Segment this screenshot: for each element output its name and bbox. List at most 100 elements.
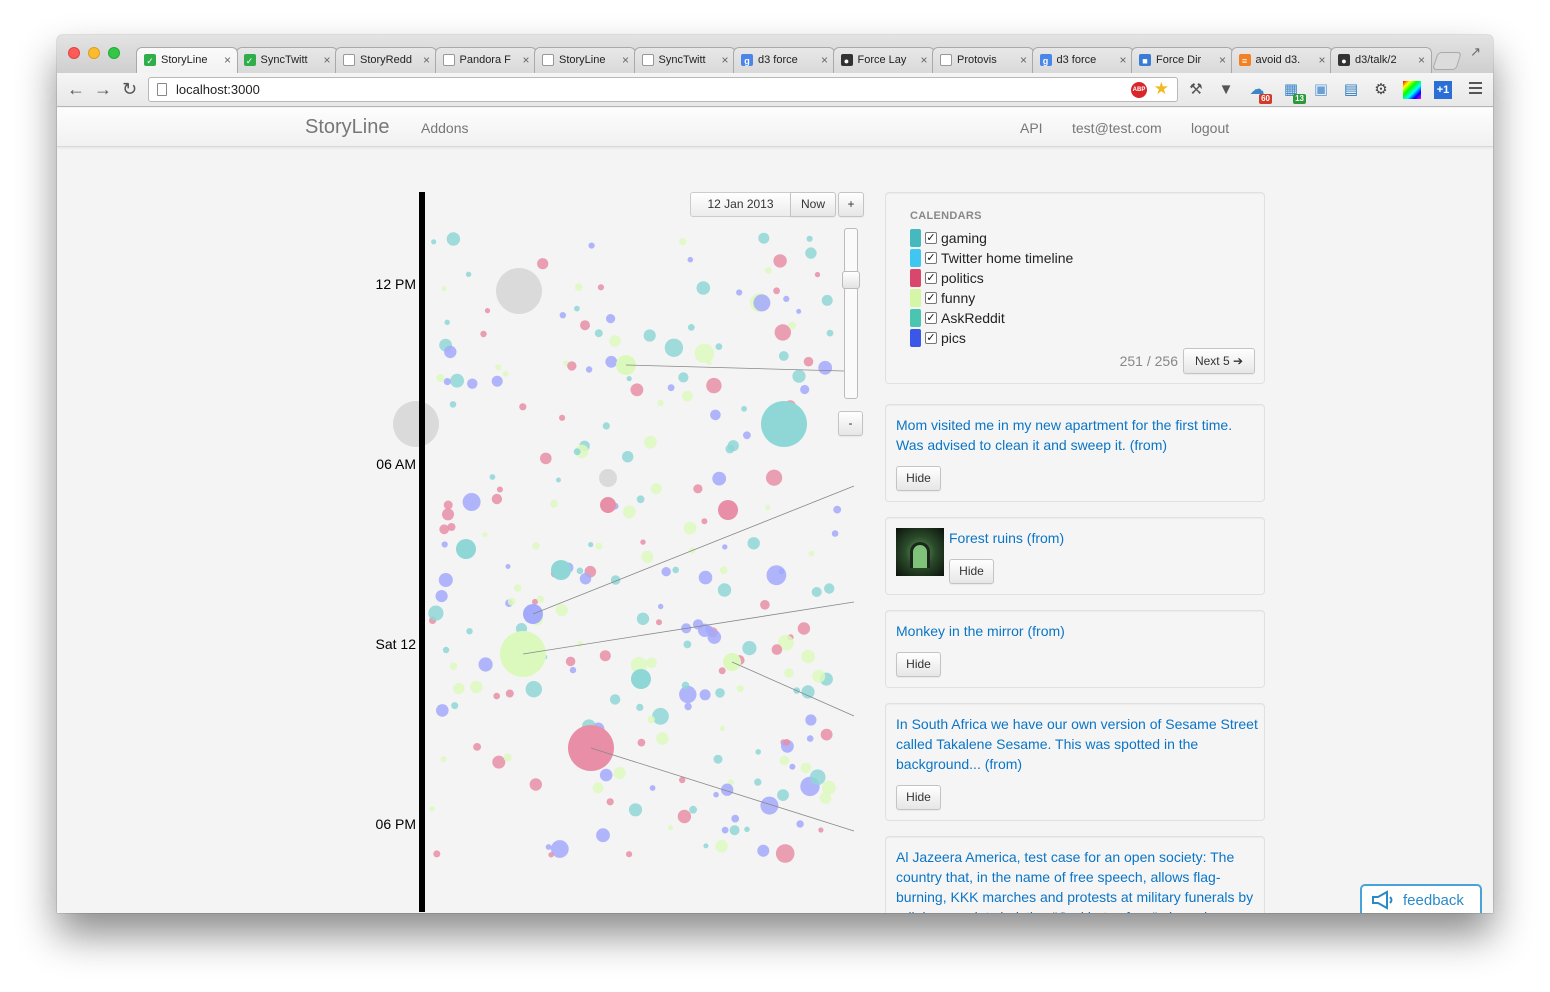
zoom-slider-handle[interactable] <box>842 270 860 289</box>
hide-button[interactable]: Hide <box>896 785 941 810</box>
now-button[interactable]: Now <box>790 192 836 217</box>
story-bubble[interactable] <box>719 725 725 731</box>
story-bubble[interactable] <box>800 384 810 395</box>
story-bubble[interactable] <box>722 544 728 550</box>
story-bubble[interactable] <box>699 689 711 701</box>
story-bubble[interactable] <box>664 338 684 357</box>
browser-tab[interactable]: g d3 force × <box>733 47 835 73</box>
story-bubble[interactable] <box>773 287 780 295</box>
story-bubble[interactable] <box>729 825 740 836</box>
story-bubble[interactable] <box>592 782 604 794</box>
adblock-icon[interactable]: ABP <box>1131 82 1147 98</box>
story-bubble[interactable] <box>579 573 592 585</box>
browser-tab[interactable]: SyncTwitt × <box>633 47 736 73</box>
story-bubble[interactable] <box>594 329 603 338</box>
story-bubble[interactable] <box>470 680 483 694</box>
story-bubble[interactable] <box>805 247 817 259</box>
hide-button[interactable]: Hide <box>896 652 941 677</box>
story-bubble[interactable] <box>433 850 441 858</box>
story-bubble[interactable] <box>428 605 444 621</box>
story-bubble[interactable] <box>692 619 704 630</box>
story-link[interactable]: Forest ruins (from) <box>949 528 1249 548</box>
color-picker-icon[interactable] <box>1403 81 1421 99</box>
story-bubble[interactable] <box>766 565 787 586</box>
story-bubble[interactable] <box>773 254 787 268</box>
story-bubble[interactable] <box>595 542 603 550</box>
story-bubble[interactable] <box>783 739 791 746</box>
gear-icon[interactable]: ⚙ <box>1372 81 1390 99</box>
story-bubble[interactable] <box>599 469 617 487</box>
new-tab-button[interactable] <box>1432 52 1462 70</box>
story-bubble[interactable] <box>636 495 645 504</box>
story-bubble[interactable] <box>602 422 610 430</box>
story-bubble[interactable] <box>525 681 542 698</box>
story-bubble[interactable] <box>668 825 673 831</box>
story-bubble[interactable] <box>826 329 834 337</box>
story-bubble[interactable] <box>503 753 512 762</box>
browser-tab[interactable]: ● Force Lay × <box>832 47 935 73</box>
story-bubble[interactable] <box>480 330 487 338</box>
fullscreen-icon[interactable]: ↗ <box>1470 44 1481 60</box>
tab-close-icon[interactable]: × <box>323 53 330 67</box>
story-bubble[interactable] <box>442 646 450 654</box>
story-bubble[interactable] <box>429 806 435 812</box>
story-bubble[interactable] <box>556 477 561 483</box>
story-bubble[interactable] <box>703 843 709 849</box>
story-bubble-large[interactable] <box>761 401 807 447</box>
calendar-checkbox[interactable]: ✓ <box>925 292 937 304</box>
story-bubble[interactable] <box>646 657 657 669</box>
story-bubble[interactable] <box>694 343 714 363</box>
story-bubble[interactable] <box>609 335 621 347</box>
story-bubble[interactable] <box>465 271 472 277</box>
story-bubble[interactable] <box>679 238 687 246</box>
story-bubble[interactable] <box>450 373 464 388</box>
story-bubble[interactable] <box>760 600 770 610</box>
story-bubble[interactable] <box>789 763 796 770</box>
story-bubble[interactable] <box>821 294 833 306</box>
hide-button[interactable]: Hide <box>896 466 941 491</box>
story-bubble[interactable] <box>456 539 476 559</box>
bookmark-star-icon[interactable]: ★ <box>1154 79 1169 99</box>
tab-close-icon[interactable]: × <box>1119 53 1126 67</box>
story-bubble[interactable] <box>774 324 791 341</box>
story-bubble[interactable] <box>567 361 577 371</box>
story-bubble[interactable] <box>656 732 669 745</box>
story-bubble[interactable] <box>684 702 692 711</box>
reload-icon[interactable]: ↻ <box>122 78 137 100</box>
story-bubble[interactable] <box>706 360 712 366</box>
story-bubble[interactable] <box>444 345 457 359</box>
story-bubble[interactable] <box>683 521 697 535</box>
browser-tab[interactable]: P Pandora F × <box>434 47 537 73</box>
zoom-in-button[interactable]: + <box>838 192 864 217</box>
story-bubble[interactable] <box>661 567 671 577</box>
story-bubble[interactable] <box>630 383 644 397</box>
story-bubble[interactable] <box>626 376 632 382</box>
story-link[interactable]: Al Jazeera America, test case for an ope… <box>896 847 1258 913</box>
story-bubble[interactable] <box>631 669 651 689</box>
story-bubble[interactable] <box>818 360 833 375</box>
tab-close-icon[interactable]: × <box>1318 53 1325 67</box>
story-bubble[interactable] <box>718 500 738 520</box>
story-bubble[interactable] <box>637 738 646 747</box>
story-bubble[interactable] <box>449 401 457 408</box>
menu-icon[interactable] <box>1469 82 1482 97</box>
browser-tab[interactable]: ● d3/talk/2 × <box>1330 47 1432 73</box>
story-bubble[interactable] <box>473 743 481 751</box>
story-bubble[interactable] <box>712 471 727 486</box>
story-bubble[interactable] <box>628 803 643 817</box>
story-bubble[interactable] <box>731 814 740 823</box>
story-bubble[interactable] <box>495 364 502 371</box>
story-bubble[interactable] <box>609 694 621 705</box>
tab-close-icon[interactable]: × <box>1219 53 1226 67</box>
story-bubble[interactable] <box>438 573 453 587</box>
story-bubble[interactable] <box>797 622 811 635</box>
story-bubble[interactable] <box>753 294 771 312</box>
story-bubble[interactable] <box>783 295 790 302</box>
nav-api-link[interactable]: API <box>1020 120 1043 136</box>
story-bubble[interactable] <box>436 704 449 717</box>
story-bubble[interactable] <box>818 827 824 833</box>
tab-close-icon[interactable]: × <box>423 53 430 67</box>
story-bubble[interactable] <box>833 505 842 514</box>
story-bubble[interactable] <box>451 702 459 710</box>
story-bubble[interactable] <box>574 305 580 312</box>
